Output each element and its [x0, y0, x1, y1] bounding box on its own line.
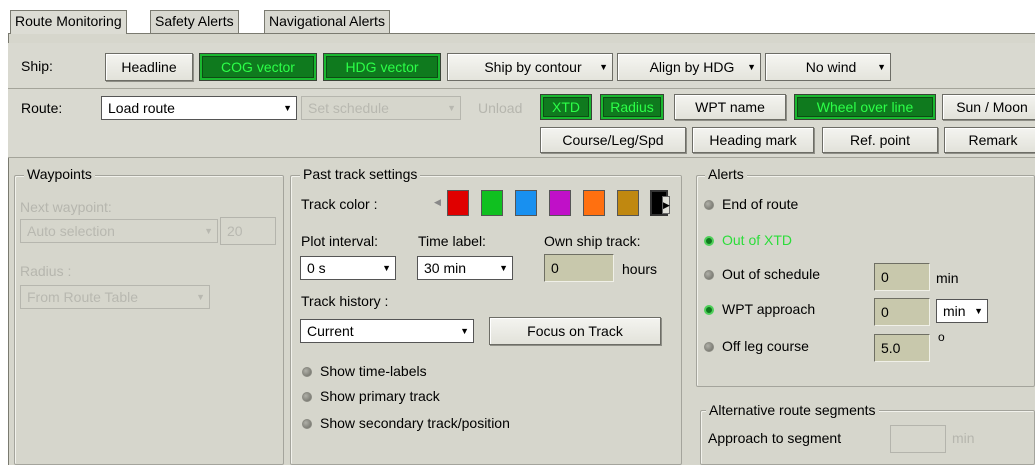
- ship-label: Ship:: [21, 58, 53, 74]
- sun-moon-button[interactable]: Sun / Moon: [942, 94, 1035, 120]
- chevron-down-icon: ▼: [204, 226, 213, 236]
- chevron-down-icon: ▼: [447, 103, 456, 113]
- ref-point-button[interactable]: Ref. point: [822, 127, 938, 153]
- heading-mark-button[interactable]: Heading mark: [692, 127, 814, 153]
- off-leg-course-unit: o: [938, 330, 945, 344]
- approach-segment-unit: min: [952, 430, 975, 446]
- next-waypoint-dropdown[interactable]: Auto selection ▼: [20, 219, 218, 243]
- waypoints-title: Waypoints: [24, 166, 95, 182]
- past-track-title: Past track settings: [300, 166, 421, 182]
- wheel-over-line-button[interactable]: Wheel over line: [794, 94, 936, 120]
- load-route-dropdown[interactable]: Load route ▼: [101, 96, 297, 120]
- approach-segment-field[interactable]: [890, 425, 946, 453]
- wpt-name-button[interactable]: WPT name: [674, 94, 786, 120]
- cog-vector-button[interactable]: COG vector: [199, 53, 317, 81]
- scroll-right-icon[interactable]: ▶: [662, 196, 670, 214]
- set-schedule-value: Set schedule: [308, 100, 389, 116]
- load-route-value: Load route: [108, 100, 175, 116]
- off-leg-course-radio[interactable]: [704, 342, 714, 352]
- time-label-label: Time label:: [418, 233, 486, 249]
- track-color-olive[interactable]: [617, 190, 639, 216]
- out-of-xtd-label: Out of XTD: [722, 232, 793, 248]
- chevron-down-icon: ▼: [382, 263, 391, 273]
- own-ship-track-label: Own ship track:: [544, 233, 641, 249]
- scroll-left-icon[interactable]: ◀: [434, 197, 441, 208]
- out-of-schedule-label: Out of schedule: [722, 266, 821, 282]
- unload-button[interactable]: Unload: [478, 100, 522, 116]
- track-color-red[interactable]: [447, 190, 469, 216]
- chevron-down-icon: ▼: [460, 326, 469, 336]
- focus-on-track-button[interactable]: Focus on Track: [489, 317, 661, 345]
- tab-navigational-alerts[interactable]: Navigational Alerts: [264, 10, 390, 33]
- headline-button[interactable]: Headline: [105, 53, 193, 81]
- track-color-blue[interactable]: [515, 190, 537, 216]
- approach-segment-label: Approach to segment: [708, 430, 842, 446]
- radius-value: From Route Table: [27, 289, 139, 305]
- set-schedule-dropdown[interactable]: Set schedule ▼: [301, 96, 461, 120]
- next-waypoint-value: Auto selection: [27, 223, 115, 239]
- chevron-down-icon: ▼: [196, 292, 205, 302]
- track-color-label: Track color :: [301, 196, 378, 212]
- own-ship-track-unit: hours: [622, 261, 658, 277]
- remark-button[interactable]: Remark: [944, 127, 1035, 153]
- off-leg-course-field[interactable]: 5.0: [874, 334, 930, 362]
- track-history-label: Track history :: [301, 293, 389, 309]
- next-waypoint-label: Next waypoint:: [20, 199, 112, 215]
- chevron-down-icon: ▼: [974, 306, 983, 316]
- show-primary-track-radio[interactable]: [302, 392, 312, 402]
- chevron-down-icon: ▼: [877, 62, 886, 72]
- wind-dropdown[interactable]: No wind ▼: [765, 53, 891, 81]
- track-color-green[interactable]: [481, 190, 503, 216]
- off-leg-course-label: Off leg course: [722, 338, 809, 354]
- track-color-magenta[interactable]: [549, 190, 571, 216]
- chevron-down-icon: ▼: [747, 62, 756, 72]
- chevron-down-icon: ▼: [499, 263, 508, 273]
- alerts-title: Alerts: [705, 166, 747, 182]
- next-waypoint-number-field[interactable]: 20: [220, 217, 276, 245]
- own-ship-track-field[interactable]: 0: [544, 254, 614, 282]
- course-leg-spd-button[interactable]: Course/Leg/Spd: [540, 127, 686, 153]
- chevron-down-icon: ▼: [283, 103, 292, 113]
- plot-interval-value: 0 s: [307, 260, 326, 276]
- show-primary-track-label: Show primary track: [320, 388, 440, 404]
- show-secondary-track-radio[interactable]: [302, 419, 312, 429]
- wpt-approach-radio[interactable]: [704, 305, 714, 315]
- radius-dropdown[interactable]: From Route Table ▼: [20, 285, 210, 309]
- out-of-schedule-field[interactable]: 0: [874, 263, 930, 291]
- wpt-approach-field[interactable]: 0: [874, 298, 930, 326]
- show-time-labels-label: Show time-labels: [320, 363, 427, 379]
- alt-route-title: Alternative route segments: [706, 402, 879, 418]
- track-history-dropdown[interactable]: Current ▼: [300, 319, 474, 343]
- wind-value: No wind: [805, 59, 857, 75]
- radius-label: Radius :: [20, 263, 72, 279]
- show-secondary-track-label: Show secondary track/position: [320, 415, 510, 431]
- end-of-route-label: End of route: [722, 196, 799, 212]
- tab-safety-alerts[interactable]: Safety Alerts: [150, 10, 239, 33]
- plot-interval-label: Plot interval:: [301, 233, 379, 249]
- show-time-labels-radio[interactable]: [302, 367, 312, 377]
- out-of-schedule-radio[interactable]: [704, 270, 714, 280]
- radius-button[interactable]: Radius: [600, 94, 664, 120]
- wpt-approach-unit-value: min: [943, 303, 966, 319]
- track-history-value: Current: [307, 323, 354, 339]
- time-label-dropdown[interactable]: 30 min ▼: [417, 256, 513, 280]
- align-dropdown[interactable]: Align by HDG ▼: [617, 53, 761, 81]
- route-label: Route:: [21, 100, 63, 116]
- plot-interval-dropdown[interactable]: 0 s ▼: [300, 256, 396, 280]
- out-of-schedule-unit: min: [936, 270, 959, 286]
- ship-display-dropdown[interactable]: Ship by contour ▼: [447, 53, 613, 81]
- align-value: Align by HDG: [649, 59, 735, 75]
- hdg-vector-button[interactable]: HDG vector: [323, 53, 441, 81]
- chevron-down-icon: ▼: [599, 62, 608, 72]
- ship-display-value: Ship by contour: [484, 59, 582, 75]
- end-of-route-radio[interactable]: [704, 200, 714, 210]
- xtd-button[interactable]: XTD: [540, 94, 592, 120]
- track-color-orange[interactable]: [583, 190, 605, 216]
- tab-route-monitoring[interactable]: Route Monitoring: [10, 10, 127, 34]
- out-of-xtd-radio[interactable]: [704, 236, 714, 246]
- wpt-approach-unit-dropdown[interactable]: min ▼: [936, 299, 988, 323]
- wpt-approach-label: WPT approach: [722, 301, 816, 317]
- time-label-value: 30 min: [424, 260, 467, 276]
